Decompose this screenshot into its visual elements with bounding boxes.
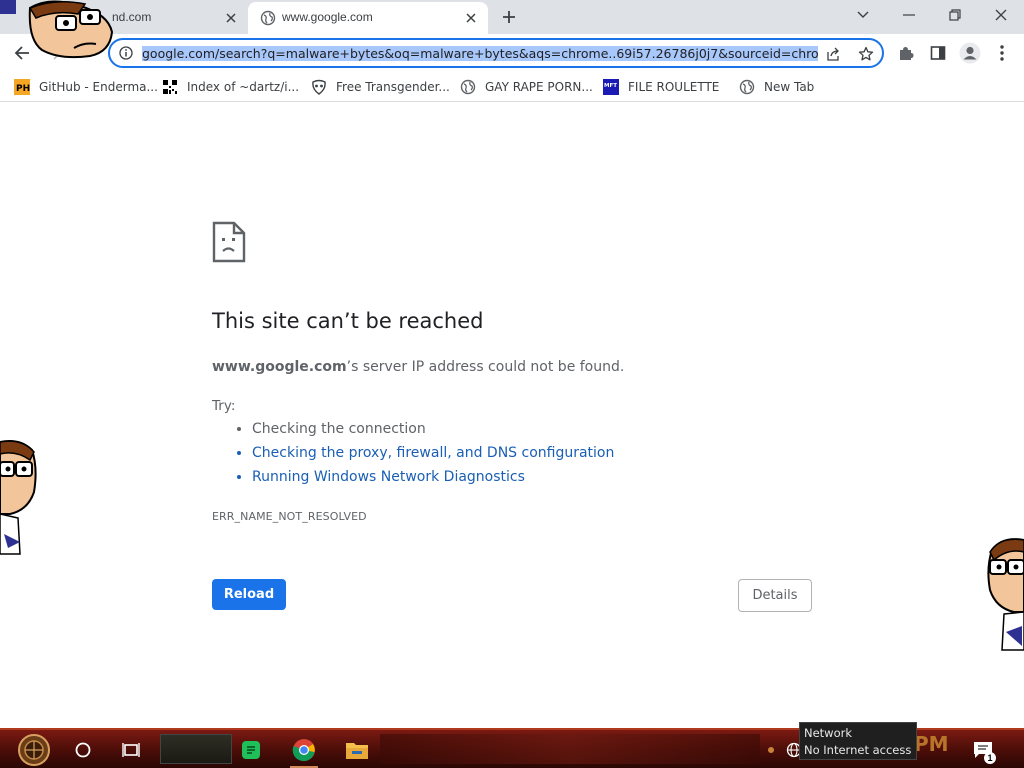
bookmark-label: GitHub - Enderma...: [39, 80, 158, 94]
network-title: Network: [804, 726, 853, 740]
suggestion-link[interactable]: Checking the proxy, firewall, and DNS co…: [252, 441, 614, 465]
chrome-icon: [292, 739, 315, 762]
error-description-text: ’s server IP address could not be found.: [346, 359, 625, 375]
taskbar-search-area[interactable]: [160, 734, 232, 764]
tab-search-button[interactable]: [840, 0, 886, 30]
error-heading: This site can’t be reached: [212, 309, 484, 333]
chevron-up-icon: [768, 747, 774, 753]
reload-button[interactable]: Reload: [212, 579, 286, 610]
minimize-button[interactable]: [886, 0, 932, 30]
forward-button[interactable]: [42, 41, 66, 65]
bookmark-item[interactable]: GAY RAPE PORN...: [460, 77, 593, 97]
menu-button[interactable]: [990, 41, 1014, 65]
details-button[interactable]: Details: [738, 579, 812, 612]
file-explorer-button[interactable]: [342, 734, 372, 766]
cortana-circle-icon: [75, 742, 91, 758]
globe-icon: [739, 79, 755, 95]
bookmark-label: FILE ROULETTE: [628, 80, 720, 94]
notifications-button[interactable]: 1: [968, 734, 998, 766]
bookmark-label: Free Transgender...: [336, 80, 450, 94]
cortana-button[interactable]: [70, 734, 96, 766]
puzzle-icon: [900, 47, 914, 60]
globe-icon: [260, 10, 276, 26]
suggestions-list: Checking the connection Checking the pro…: [212, 417, 614, 489]
start-button[interactable]: [14, 734, 54, 766]
bookmark-item[interactable]: PH GitHub - Enderma...: [14, 77, 158, 97]
avatar-icon: [959, 42, 981, 64]
tab-close-icon[interactable]: [222, 9, 240, 27]
tray-logo-text: PM: [914, 732, 949, 756]
minimize-icon: [903, 14, 915, 16]
error-code: ERR_NAME_NOT_RESOLVED: [212, 510, 367, 523]
qr-icon: [162, 79, 178, 95]
tab-inactive[interactable]: nd.com: [0, 2, 248, 34]
info-icon[interactable]: [118, 45, 134, 61]
bookmark-item[interactable]: New Tab: [739, 77, 814, 97]
folder-icon: [346, 743, 368, 759]
browser-toolbar: google.com/search?q=malware+bytes&oq=mal…: [0, 34, 1024, 72]
network-status: No Internet access: [804, 743, 912, 757]
suggestion-link-text[interactable]: Running Windows Network Diagnostics: [252, 469, 525, 485]
start-orb-icon: [18, 734, 50, 766]
tab-close-icon[interactable]: [462, 9, 480, 27]
tab-title: www.google.com: [282, 10, 373, 24]
chrome-taskbar-button[interactable]: [288, 734, 320, 768]
forward-arrow-icon: [47, 46, 62, 60]
new-tab-button[interactable]: [498, 6, 520, 28]
mft-icon: MFT: [603, 79, 619, 95]
taskbar-decoration: [380, 734, 760, 764]
suggestion-link[interactable]: Running Windows Network Diagnostics: [252, 465, 614, 489]
extensions-button[interactable]: [894, 41, 918, 65]
close-icon: [995, 9, 1007, 21]
restore-button[interactable]: [932, 0, 978, 30]
tray-expand-button[interactable]: [764, 734, 778, 766]
globe-icon: [460, 79, 476, 95]
kebab-menu-icon: [1000, 45, 1004, 61]
share-icon[interactable]: [824, 44, 844, 64]
error-description: www.google.com’s server IP address could…: [212, 359, 624, 375]
tab-active[interactable]: www.google.com: [248, 2, 488, 34]
side-panel-button[interactable]: [926, 41, 950, 65]
plus-icon: [503, 11, 515, 23]
ph-icon: PH: [14, 79, 30, 95]
back-arrow-icon: [14, 46, 29, 60]
address-bar[interactable]: google.com/search?q=malware+bytes&oq=mal…: [108, 38, 884, 68]
error-host: www.google.com: [212, 359, 347, 375]
network-tooltip: Network No Internet access: [799, 722, 917, 760]
task-view-button[interactable]: [118, 734, 144, 766]
tab-strip: nd.com www.google.com: [0, 0, 1024, 34]
restore-icon: [949, 9, 961, 21]
sad-page-icon: [212, 221, 246, 263]
spreadsheet-app-button[interactable]: [236, 734, 266, 766]
svg-text:PH: PH: [16, 84, 30, 94]
sheets-icon: [242, 741, 260, 759]
bookmark-item[interactable]: Index of ~dartz/i...: [162, 77, 299, 97]
tab-title: nd.com: [112, 10, 152, 24]
try-label: Try:: [212, 398, 236, 414]
error-page: This site can’t be reached www.google.co…: [0, 103, 1024, 728]
url-text[interactable]: google.com/search?q=malware+bytes&oq=mal…: [142, 45, 818, 63]
mask-icon: [311, 79, 327, 95]
suggestion-item: Checking the connection: [252, 417, 614, 441]
svg-text:MFT: MFT: [604, 83, 617, 89]
notification-count-badge: 1: [984, 752, 996, 764]
star-icon[interactable]: [856, 44, 876, 64]
bookmark-item[interactable]: MFT FILE ROULETTE: [603, 77, 719, 97]
chevron-down-icon: [857, 11, 869, 18]
bookmark-label: New Tab: [764, 80, 815, 94]
suggestion-link-text[interactable]: Checking the proxy, firewall, and DNS co…: [252, 445, 614, 461]
task-view-icon: [122, 743, 140, 757]
profile-button[interactable]: [958, 41, 982, 65]
bookmarks-bar: PH GitHub - Enderma... Index of ~dartz/i…: [0, 72, 1024, 102]
bookmark-item[interactable]: Free Transgender...: [311, 77, 450, 97]
bookmark-label: Index of ~dartz/i...: [187, 80, 300, 94]
side-panel-icon: [930, 46, 946, 60]
bookmark-label: GAY RAPE PORN...: [485, 80, 593, 94]
back-button[interactable]: [10, 41, 34, 65]
close-window-button[interactable]: [978, 0, 1024, 30]
